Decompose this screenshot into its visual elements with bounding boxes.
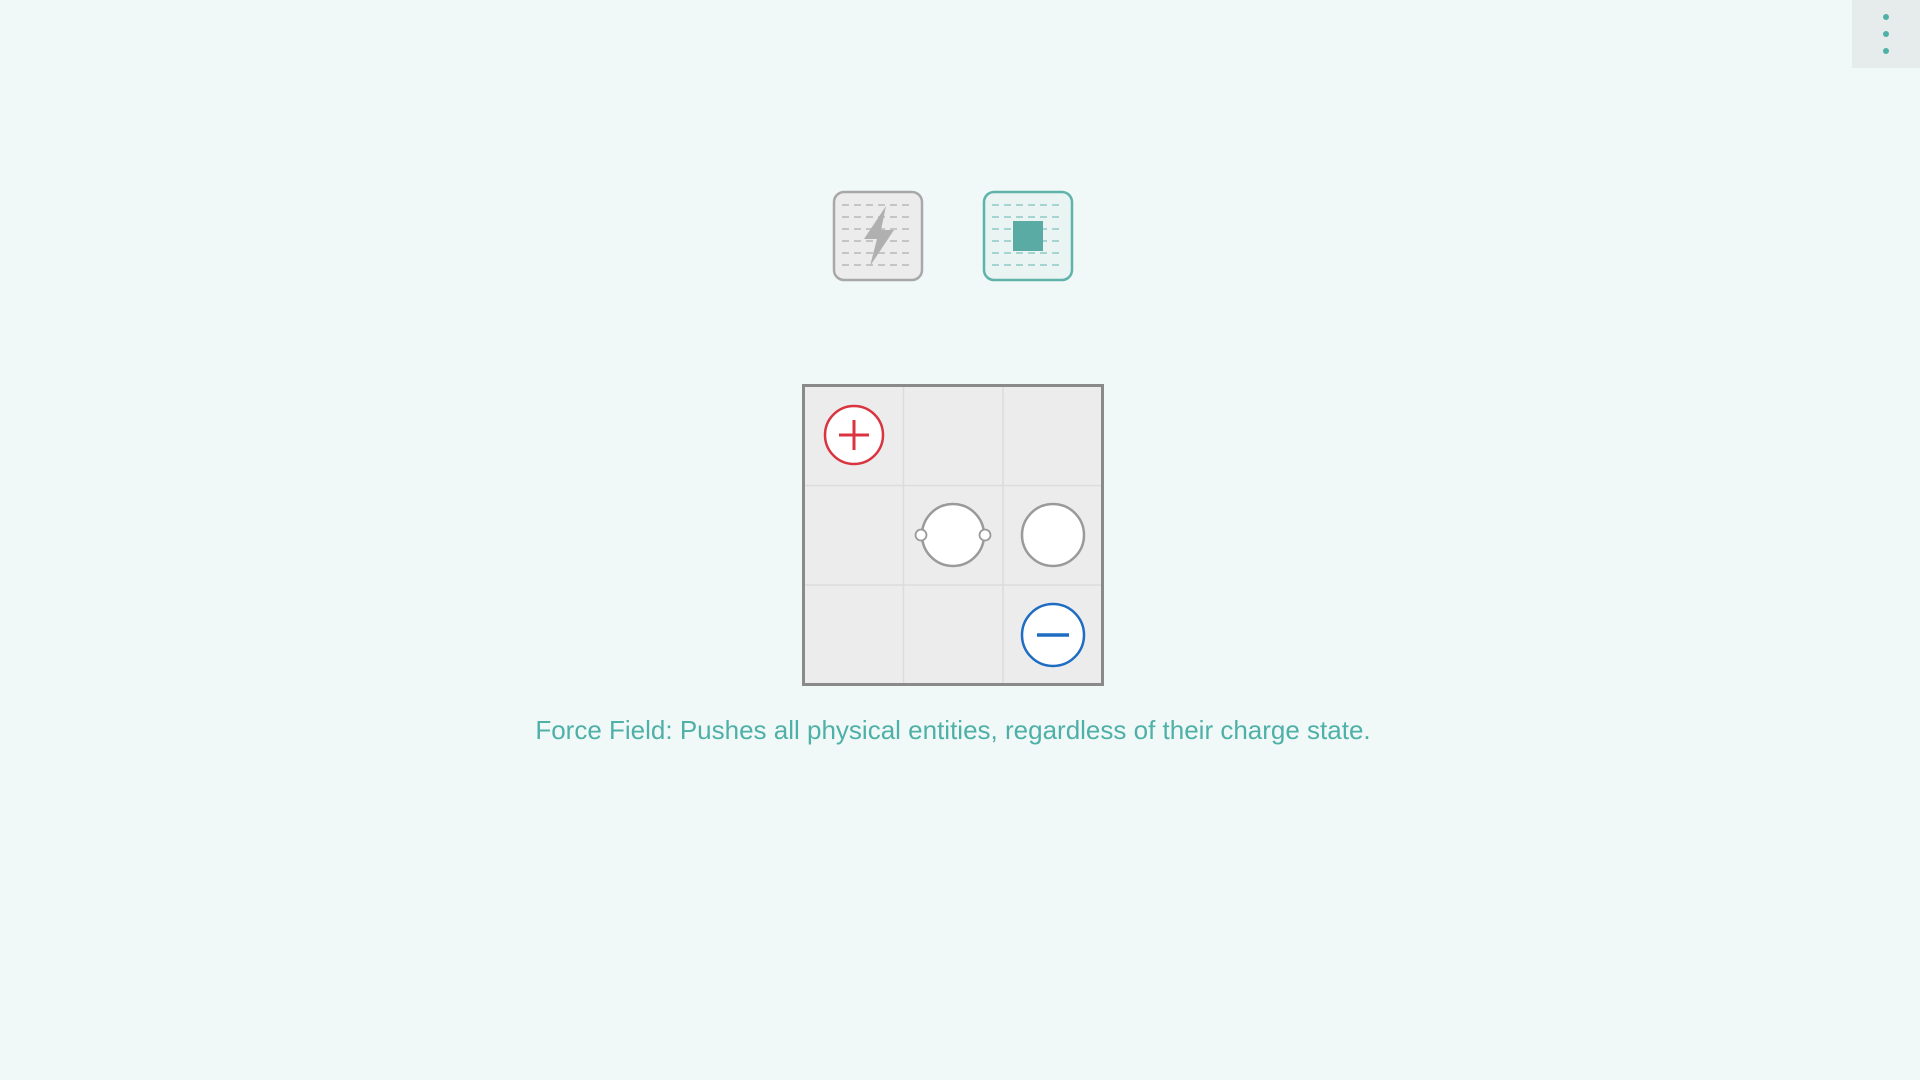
board-cell-0-2[interactable] (1003, 387, 1101, 486)
charge-tool-tile (832, 190, 924, 282)
board-cell-0-1[interactable] (904, 387, 1003, 486)
force-field-tool-button[interactable] (982, 190, 1074, 282)
game-board (802, 384, 1104, 686)
tool-description: Force Field: Pushes all physical entitie… (535, 715, 1371, 745)
board-cell-2-0[interactable] (805, 585, 904, 683)
force-field-tool-tile (982, 190, 1074, 282)
vertical-ellipsis-icon (1883, 14, 1889, 54)
board-grid (802, 384, 1104, 686)
filled-square-icon (1013, 221, 1043, 251)
negative-charge-icon[interactable] (1020, 602, 1086, 668)
charge-tool-button[interactable] (832, 190, 924, 282)
board-cell-2-1[interactable] (904, 585, 1003, 683)
menu-button[interactable] (1852, 0, 1920, 68)
board-cell-1-0[interactable] (805, 486, 904, 585)
neutral-particle-icon[interactable] (1020, 502, 1086, 568)
positive-charge-icon[interactable] (823, 404, 885, 466)
